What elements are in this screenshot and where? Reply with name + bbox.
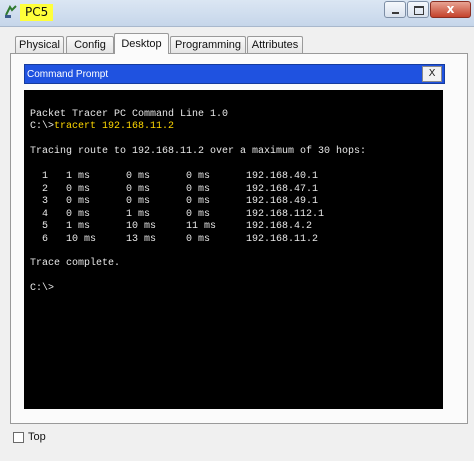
tab-desktop[interactable]: Desktop	[114, 33, 169, 54]
network-device-icon	[5, 5, 17, 18]
terminal-tracing-line: Tracing route to 192.168.11.2 over a max…	[30, 146, 367, 158]
command-prompt-header: Command Prompt X	[24, 64, 445, 84]
hop-row: 5 1 ms 10 ms 11 ms 192.168.4.2	[30, 221, 313, 233]
close-button[interactable]: x	[430, 1, 471, 18]
command-prompt-title: Command Prompt	[27, 69, 109, 80]
tab-programming[interactable]: Programming	[170, 36, 246, 53]
terminal-prompt: C:\>	[30, 283, 55, 295]
window-title: PC5	[20, 4, 54, 21]
tab-physical[interactable]: Physical	[15, 36, 64, 53]
hop-row: 3 0 ms 0 ms 0 ms 192.168.49.1	[30, 196, 319, 208]
terminal-output[interactable]: Packet Tracer PC Command Line 1.0 C:\>tr…	[24, 90, 443, 409]
minimize-button[interactable]	[384, 1, 406, 18]
top-checkbox[interactable]	[13, 432, 24, 443]
terminal-prompt: C:\>	[30, 121, 55, 133]
terminal-complete-line: Trace complete.	[30, 258, 121, 270]
terminal-command: tracert 192.168.11.2	[54, 121, 175, 133]
close-icon: x	[446, 2, 455, 16]
hop-row: 2 0 ms 0 ms 0 ms 192.168.47.1	[30, 183, 319, 195]
tab-attributes[interactable]: Attributes	[247, 36, 303, 53]
window-titlebar: PC5 x	[0, 0, 474, 27]
maximize-button[interactable]	[407, 1, 429, 18]
tab-config[interactable]: Config	[66, 36, 114, 53]
hop-row: 6 10 ms 13 ms 0 ms 192.168.11.2	[30, 233, 319, 245]
hop-row: 4 0 ms 1 ms 0 ms 192.168.112.1	[30, 208, 325, 220]
terminal-banner: Packet Tracer PC Command Line 1.0	[30, 109, 229, 120]
hop-row: 1 1 ms 0 ms 0 ms 192.168.40.1	[30, 171, 319, 183]
top-checkbox-label: Top	[28, 431, 46, 443]
terminal-text: Packet Tracer PC Command Line 1.0 C:\>tr…	[30, 109, 366, 296]
command-prompt-close-button[interactable]: X	[422, 66, 442, 82]
